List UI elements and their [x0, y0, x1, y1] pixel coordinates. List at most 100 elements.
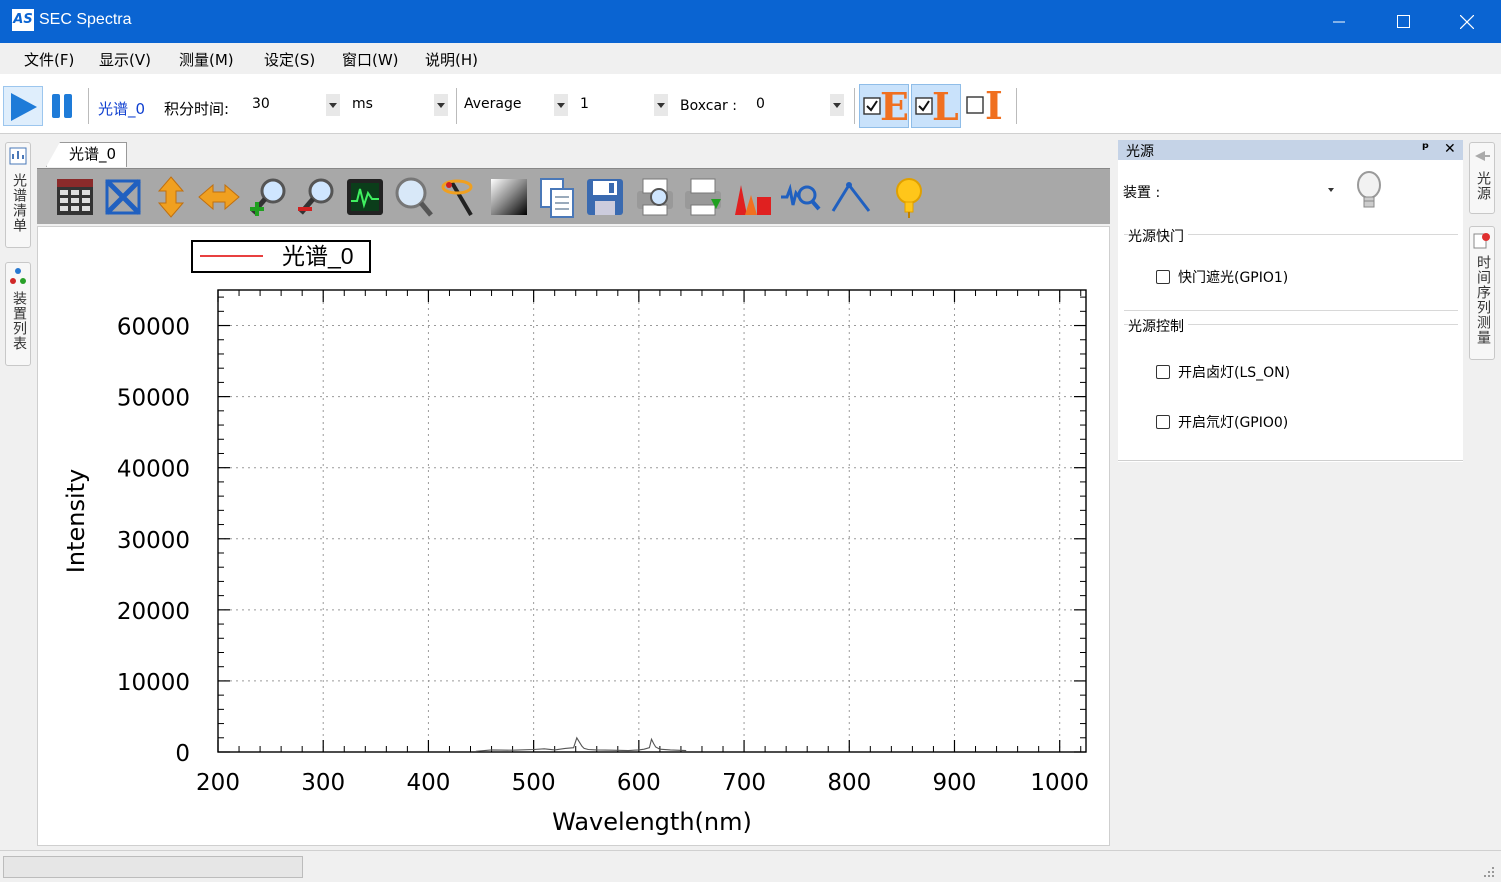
halogen-checkbox-row[interactable]: 开启卤灯(LS_ON): [1156, 362, 1290, 382]
peak-search-icon[interactable]: [779, 175, 823, 219]
menu-help[interactable]: 说明(H): [425, 49, 478, 70]
spectrum-list-icon: [9, 147, 27, 165]
peak-marker-icon[interactable]: [439, 175, 483, 219]
y-tick-label: 60000: [117, 315, 190, 341]
xenon-checkbox-row[interactable]: 开启氘灯(GPIO0): [1156, 412, 1288, 432]
x-tick-label: 700: [722, 770, 766, 796]
device-list-icon: [10, 268, 26, 284]
spectrum-series-line: [475, 736, 687, 752]
panel-close-icon[interactable]: ✕: [1444, 141, 1456, 157]
y-tick-label: 0: [175, 741, 190, 767]
save-icon[interactable]: [583, 175, 627, 219]
toggle-i-label: I: [985, 83, 1003, 128]
close-icon: [1460, 14, 1474, 29]
menu-measure[interactable]: 测量(M): [179, 49, 234, 70]
lightbulb-icon[interactable]: [887, 175, 931, 219]
tab-time-series-label: 时间序列测量: [1475, 255, 1491, 345]
tab-spectrum-0[interactable]: 光谱_0: [46, 142, 128, 167]
x-axis-title: Wavelength(nm): [552, 808, 752, 836]
tick-layer: [217, 290, 1086, 753]
grid-layer: [218, 290, 1086, 752]
toggle-i-button[interactable]: I: [963, 84, 1013, 128]
unit-combo[interactable]: ms: [346, 92, 450, 118]
magnifier-icon[interactable]: [391, 175, 435, 219]
mode-value: Average: [464, 96, 522, 112]
chart-toolbar: [37, 168, 1110, 224]
panel-title: 光源: [1126, 144, 1154, 160]
minimize-button[interactable]: [1307, 0, 1371, 43]
xenon-checkbox[interactable]: [1156, 415, 1170, 429]
boxcar-combo[interactable]: 0: [750, 92, 846, 118]
copy-icon[interactable]: [535, 175, 579, 219]
zoom-fit-icon[interactable]: [101, 175, 145, 219]
x-tick-label: 200: [196, 770, 240, 796]
y-tick-label: 10000: [117, 670, 190, 696]
checkbox-unchecked-icon: [966, 96, 984, 114]
tab-light-source[interactable]: 光源: [1469, 142, 1495, 214]
menu-file[interactable]: 文件(F): [24, 49, 74, 70]
chevron-down-icon: [1328, 188, 1334, 192]
light-source-panel: 光源 ᵖ ✕ 装置 : 光源快门 快门遮光(GPIO1) 光源控制 开启卤灯(L…: [1118, 139, 1463, 850]
resize-grip-icon[interactable]: [1482, 865, 1496, 879]
measure-tool-icon[interactable]: [829, 175, 873, 219]
boxcar-label: Boxcar :: [680, 98, 737, 114]
tab-spectrum-list[interactable]: 光谱清单: [5, 142, 31, 248]
maximize-button[interactable]: [1371, 0, 1435, 43]
shutter-checkbox[interactable]: [1156, 270, 1170, 284]
play-button[interactable]: [3, 86, 43, 126]
app-logo: AS: [12, 9, 34, 31]
document-area: 光谱_0 光谱_0 200 300 400 500 600 700 800 90…: [34, 136, 1114, 848]
tab-device-list[interactable]: 装置列表: [5, 262, 31, 366]
panel-body: 装置 : 光源快门 快门遮光(GPIO1) 光源控制 开启卤灯(LS_ON) 开…: [1118, 160, 1463, 462]
pin-icon[interactable]: ᵖ: [1422, 139, 1429, 157]
spectrum-plot-panel: 光谱_0 200 300 400 500 600 700 800 900 1000 0 10000 2…: [37, 226, 1110, 846]
chevron-down-icon: [554, 94, 568, 116]
gradient-icon[interactable]: [487, 175, 531, 219]
horizontal-scale-icon[interactable]: [197, 175, 241, 219]
x-tick-label: 600: [617, 770, 661, 796]
menu-settings[interactable]: 设定(S): [264, 49, 315, 70]
close-button[interactable]: [1435, 0, 1499, 43]
average-combo[interactable]: 1: [574, 92, 670, 118]
x-tick-label: 300: [301, 770, 345, 796]
zoom-out-icon[interactable]: [295, 175, 339, 219]
vertical-scale-icon[interactable]: [149, 175, 193, 219]
x-tick-label: 1000: [1030, 770, 1089, 796]
y-tick-label: 40000: [117, 457, 190, 483]
menu-view[interactable]: 显示(V): [99, 49, 151, 70]
device-label: 装置 :: [1123, 185, 1161, 201]
color-spectrum-icon[interactable]: [731, 175, 775, 219]
data-table-icon[interactable]: [53, 175, 97, 219]
toggle-e-button[interactable]: E: [859, 84, 909, 129]
legend-label: 光谱_0: [282, 243, 354, 269]
chevron-down-icon: [434, 94, 448, 116]
unit-value: ms: [352, 96, 373, 112]
print-icon[interactable]: [681, 175, 725, 219]
zoom-in-icon[interactable]: [247, 175, 291, 219]
y-tick-label: 30000: [117, 528, 190, 554]
shutter-checkbox-row[interactable]: 快门遮光(GPIO1): [1156, 267, 1288, 287]
spectrum-link[interactable]: 光谱_0: [98, 98, 145, 119]
halogen-checkbox-label: 开启卤灯(LS_ON): [1178, 365, 1291, 381]
tab-time-series[interactable]: 时间序列测量: [1469, 226, 1495, 360]
device-select[interactable]: [1168, 177, 1340, 203]
bulb-icon[interactable]: [1354, 170, 1384, 212]
print-preview-icon[interactable]: [633, 175, 677, 219]
integration-time-value: 30: [252, 96, 270, 112]
menu-window[interactable]: 窗口(W): [342, 49, 399, 70]
halogen-checkbox[interactable]: [1156, 365, 1170, 379]
title-bar: AS SEC Spectra: [0, 0, 1501, 43]
spectrum-chart[interactable]: 光谱_0 200 300 400 500 600 700 800 900 10000100002…: [38, 227, 1111, 847]
shutter-checkbox-label: 快门遮光(GPIO1): [1178, 270, 1289, 286]
toggle-l-button[interactable]: L: [911, 84, 961, 129]
tab-device-list-label: 装置列表: [11, 291, 27, 351]
xenon-checkbox-label: 开启氘灯(GPIO0): [1178, 415, 1289, 431]
pause-icon: [52, 94, 72, 118]
window-title: SEC Spectra: [39, 11, 132, 28]
x-tick-label: 900: [933, 770, 977, 796]
integration-time-combo[interactable]: 30: [246, 92, 342, 118]
mode-combo[interactable]: Average: [458, 92, 570, 118]
oscilloscope-icon[interactable]: [343, 175, 387, 219]
play-icon: [11, 93, 37, 121]
pause-button[interactable]: [48, 88, 78, 124]
